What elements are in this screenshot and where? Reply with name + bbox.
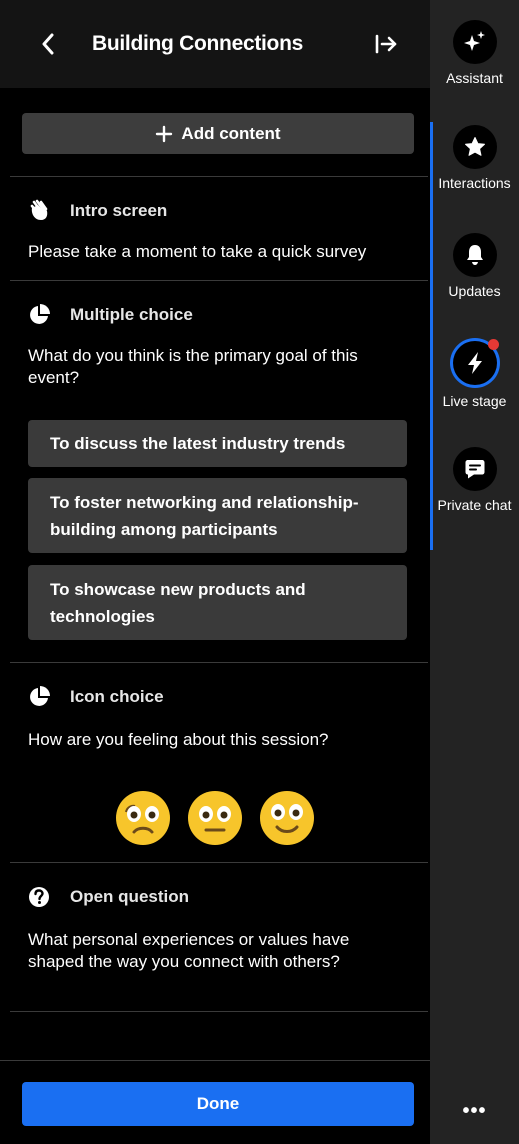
chat-icon <box>465 460 484 479</box>
notification-dot <box>487 339 499 350</box>
side-rail: Assistant Interactions Updates Live stag… <box>430 0 519 1144</box>
arrow-to-right-icon <box>375 34 397 54</box>
intro-section-title: Intro screen <box>70 201 168 220</box>
rail-label: Updates <box>448 283 501 299</box>
divider <box>10 176 428 177</box>
waving-hand-icon <box>30 199 48 220</box>
choice-option-label: To showcase new products and technologie… <box>50 579 306 626</box>
rail-label: Live stage <box>442 393 507 409</box>
plus-icon <box>156 125 173 142</box>
sparkle-icon <box>463 31 485 51</box>
icon-choice-question: How are you feeling about this session? <box>28 730 329 749</box>
chevron-left-icon <box>42 33 54 55</box>
emoji-choice-row <box>0 790 430 846</box>
back-button[interactable] <box>38 30 58 58</box>
open-question-text: What personal experiences or values have… <box>28 930 350 971</box>
rail-item-updates[interactable]: Updates <box>430 233 519 299</box>
star-icon <box>464 137 485 156</box>
intro-text: Please take a moment to take a quick sur… <box>28 242 367 261</box>
choice-option[interactable]: To showcase new products and technologie… <box>28 565 407 640</box>
done-button[interactable]: Done <box>22 1082 414 1126</box>
add-content-button[interactable]: Add content <box>22 113 414 154</box>
pie-chart-icon <box>30 686 50 706</box>
rail-item-live-stage[interactable]: Live stage <box>430 339 519 409</box>
lightning-icon <box>467 352 482 374</box>
bell-icon <box>466 245 483 265</box>
panel-header: Building Connections <box>0 0 430 88</box>
choice-option-label: To foster networking and relationship-bu… <box>50 492 359 539</box>
rail-label: Assistant <box>446 70 503 86</box>
open-question-section-header[interactable]: Open question <box>28 885 189 909</box>
neutral-face-icon[interactable] <box>187 790 243 846</box>
multiple-choice-question: What do you think is the primary goal of… <box>28 346 358 387</box>
icon-choice-section-header[interactable]: Icon choice <box>28 685 164 709</box>
divider <box>10 862 428 863</box>
divider <box>10 280 428 281</box>
more-options-button[interactable]: ••• <box>430 1100 519 1128</box>
pie-chart-icon <box>30 304 50 324</box>
collapse-panel-button[interactable] <box>372 30 400 58</box>
add-content-label: Add content <box>181 123 281 143</box>
choice-option[interactable]: To discuss the latest industry trends <box>28 420 407 467</box>
choice-option[interactable]: To foster networking and relationship-bu… <box>28 478 407 553</box>
divider <box>10 1011 428 1012</box>
rail-label: Interactions <box>438 175 511 191</box>
interactions-panel: Building Connections Add content Intro s… <box>0 0 430 1144</box>
divider <box>10 662 428 663</box>
rail-item-assistant[interactable]: Assistant <box>430 20 519 86</box>
question-circle-icon <box>29 887 49 907</box>
rail-item-private-chat[interactable]: Private chat <box>430 447 519 513</box>
intro-section-header[interactable]: Intro screen <box>28 199 167 223</box>
choice-option-label: To discuss the latest industry trends <box>50 434 346 453</box>
page-title: Building Connections <box>92 32 303 55</box>
multiple-choice-section-title: Multiple choice <box>70 305 193 324</box>
rail-label: Private chat <box>437 497 512 513</box>
divider <box>0 1060 430 1061</box>
smiling-face-icon[interactable] <box>259 790 315 846</box>
multiple-choice-section-header[interactable]: Multiple choice <box>28 303 193 327</box>
frowning-face-icon[interactable] <box>115 790 171 846</box>
icon-choice-section-title: Icon choice <box>70 687 164 706</box>
open-question-section-title: Open question <box>70 887 189 906</box>
rail-item-interactions[interactable]: Interactions <box>430 125 519 191</box>
